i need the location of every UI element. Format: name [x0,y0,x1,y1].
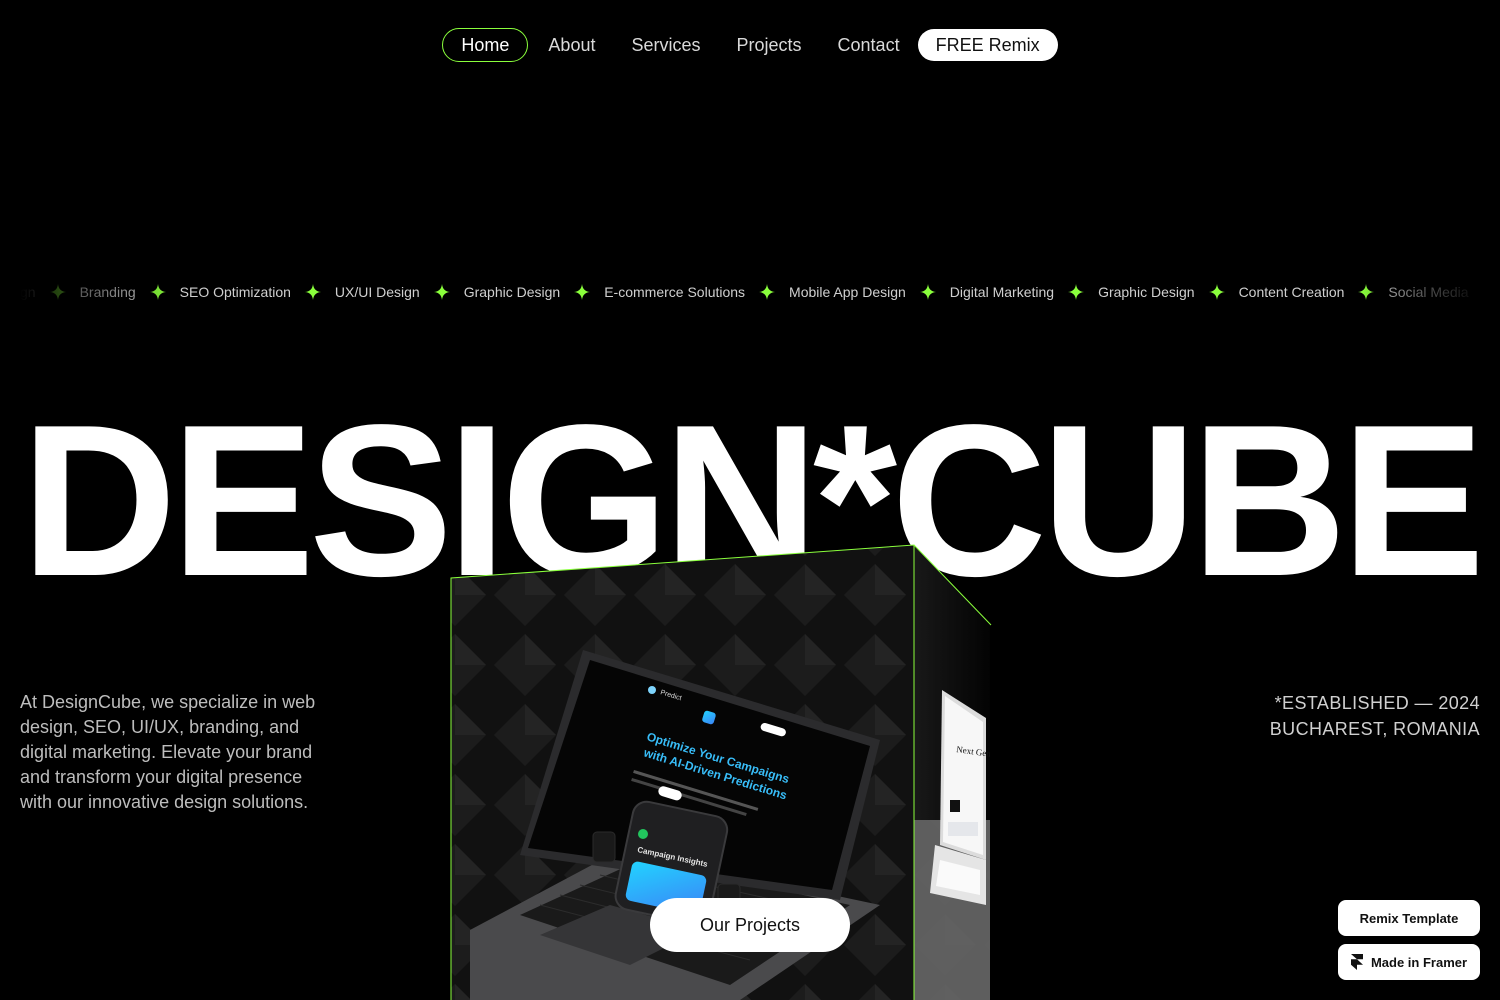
marquee-fade-right [1360,284,1480,308]
svg-text:Optimize Your Campaigns: Optimize Your Campaigns [645,729,791,786]
sparkle-icon [574,284,591,300]
remix-template-badge[interactable]: Remix Template [1338,900,1480,936]
sparkle-icon [759,284,776,300]
side-laptop-base [930,845,986,905]
main-nav: Home About Services Projects Contact FRE… [0,28,1500,62]
established-location: BUCHAREST, ROMANIA [1269,719,1480,739]
svg-text:Predict: Predict [659,689,682,702]
marquee-item: SEO Optimization [179,284,291,300]
svg-text:Campaign Insights: Campaign Insights [637,845,709,869]
sparkle-icon [1208,284,1225,300]
hero-title: DESIGN*CUBE [20,379,1485,621]
svg-text:with AI-Driven Predictions: with AI-Driven Predictions [641,745,789,802]
marquee-item: E-commerce Solutions [604,284,746,300]
sparkle-icon [1068,284,1085,300]
svg-text:Next Gen Products: Next Gen Products [956,744,1026,764]
nav-contact[interactable]: Contact [820,29,918,61]
made-in-framer-label: Made in Framer [1370,954,1468,970]
free-remix-button[interactable]: FREE Remix [917,29,1058,61]
nav-services[interactable]: Services [613,29,718,61]
laptop-screen-content: Predict Optimize Your Campaigns with AI-… [592,686,791,926]
nav-about[interactable]: About [530,29,613,61]
made-in-framer-badge[interactable]: Made in Framer [1338,944,1480,980]
nav-home[interactable]: Home [442,28,529,62]
marquee-item: UX/UI Design [334,284,420,300]
sparkle-icon [304,284,321,300]
side-laptop-screen [940,690,986,860]
marquee-item: Mobile App Design [789,284,906,300]
marquee-track: DesignBrandingSEO OptimizationUX/UI Desi… [20,284,1469,300]
framer-logo-icon [1350,954,1363,970]
established-year: *ESTABLISHED — 2024 [1274,693,1480,713]
marquee-fade-left [20,284,180,308]
established-info: *ESTABLISHED — 2024 BUCHAREST, ROMANIA [1270,690,1480,742]
services-marquee: DesignBrandingSEO OptimizationUX/UI Desi… [20,284,1480,308]
our-projects-button[interactable]: Our Projects [650,898,850,952]
marquee-item: Graphic Design [463,284,561,300]
laptop-lid [520,650,880,900]
laptop-screen [528,660,870,890]
marquee-item: Content Creation [1238,284,1345,300]
sparkle-icon [433,284,450,300]
nav-projects[interactable]: Projects [719,29,820,61]
sparkle-icon [919,284,936,300]
marquee-item: Digital Marketing [949,284,1055,300]
marquee-item: Graphic Design [1098,284,1195,300]
intro-paragraph: At DesignCube, we specialize in web desi… [20,692,316,812]
